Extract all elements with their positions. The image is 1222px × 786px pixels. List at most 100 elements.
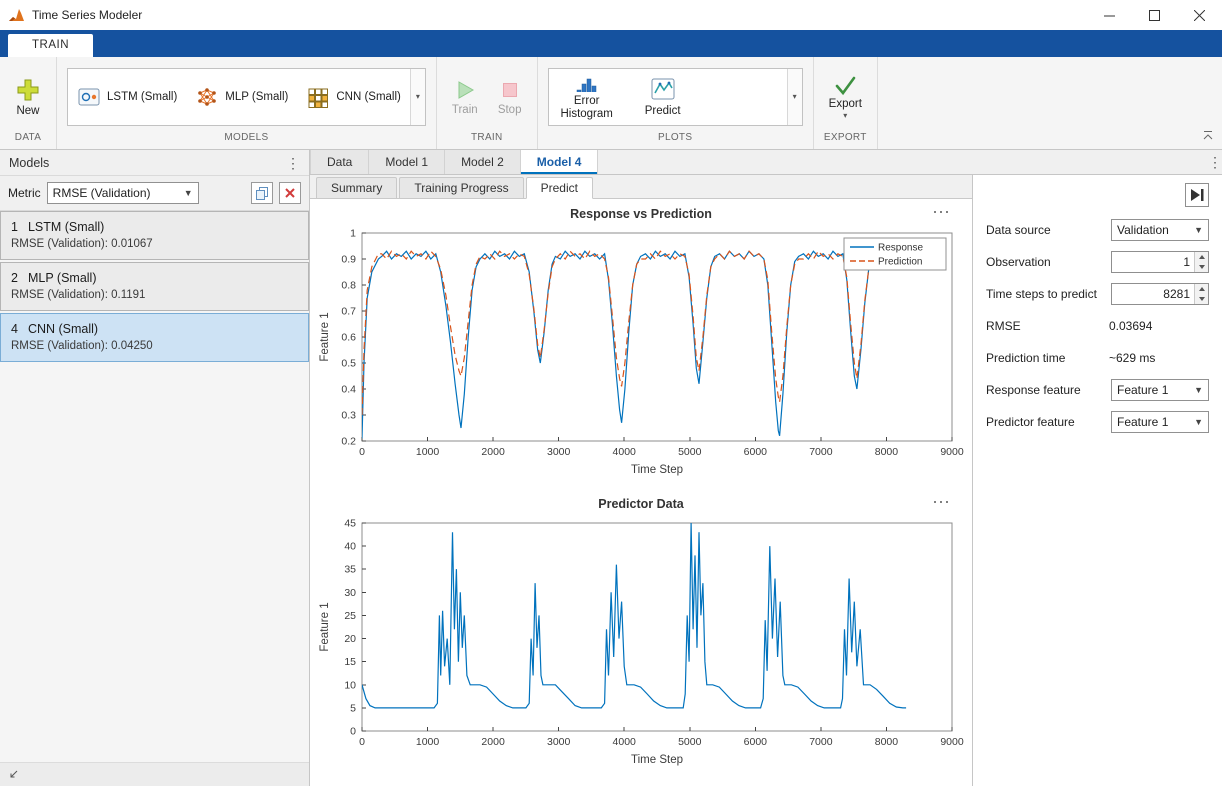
models-gallery-expand-button[interactable]: ▾ bbox=[410, 69, 425, 125]
collapse-ribbon-icon bbox=[1202, 130, 1214, 141]
model-index: 1 bbox=[11, 220, 18, 234]
svg-text:30: 30 bbox=[344, 587, 356, 599]
tab-summary[interactable]: Summary bbox=[316, 177, 397, 199]
rmse-row: RMSE 0.03694 bbox=[986, 315, 1209, 337]
response-chart-canvas: 01000200030004000500060007000800090000.2… bbox=[316, 225, 966, 481]
response-vs-prediction-chart: Response vs Prediction ⋯ 010002000300040… bbox=[316, 203, 966, 481]
models-panel-title: Models bbox=[9, 156, 49, 170]
chevron-down-icon: ▾ bbox=[416, 93, 420, 101]
svg-text:1: 1 bbox=[350, 228, 356, 240]
gallery-item-predict[interactable]: Predict bbox=[625, 69, 701, 125]
spinner-up-icon[interactable] bbox=[1195, 252, 1208, 262]
model-card-lstm[interactable]: 1 LSTM (Small) RMSE (Validation): 0.0106… bbox=[0, 211, 309, 260]
export-button-label: Export bbox=[829, 98, 862, 110]
model-index: 4 bbox=[11, 322, 18, 336]
chart-title: Response vs Prediction bbox=[570, 207, 712, 221]
ribbon-section-data: New DATA bbox=[0, 57, 57, 149]
svg-text:40: 40 bbox=[344, 541, 356, 553]
svg-text:8000: 8000 bbox=[875, 736, 899, 748]
maximize-button[interactable] bbox=[1132, 0, 1177, 30]
gallery-item-mlp[interactable]: MLP (Small) bbox=[186, 69, 297, 125]
predictor-chart-canvas: 0100020003000400050006000700080009000051… bbox=[316, 515, 966, 771]
model-card-cnn[interactable]: 4 CNN (Small) RMSE (Validation): 0.04250 bbox=[0, 313, 309, 362]
svg-text:1000: 1000 bbox=[416, 736, 440, 748]
models-panel: Models ⋮ Metric RMSE (Validation) ▼ bbox=[0, 150, 310, 786]
tab-model-4[interactable]: Model 4 bbox=[521, 150, 599, 174]
tab-data[interactable]: Data bbox=[310, 150, 369, 174]
models-panel-footer bbox=[0, 762, 309, 786]
spinner-down-icon[interactable] bbox=[1195, 262, 1208, 272]
cnn-icon bbox=[306, 85, 330, 109]
new-button[interactable]: New bbox=[10, 75, 46, 119]
svg-text:Time Step: Time Step bbox=[631, 464, 683, 476]
chart-title: Predictor Data bbox=[598, 497, 683, 511]
svg-text:2000: 2000 bbox=[481, 736, 505, 748]
minimize-icon bbox=[1104, 10, 1115, 21]
minimize-button[interactable] bbox=[1087, 0, 1132, 30]
model-metric: RMSE (Validation): 0.01067 bbox=[11, 238, 298, 250]
model-name: MLP (Small) bbox=[28, 271, 97, 285]
metric-dropdown[interactable]: RMSE (Validation) ▼ bbox=[47, 182, 199, 204]
gallery-item-cnn[interactable]: CNN (Small) bbox=[297, 69, 410, 125]
matlab-logo-icon bbox=[8, 7, 25, 23]
time-steps-input[interactable] bbox=[1112, 284, 1194, 304]
document-tab-bar: Data Model 1 Model 2 Model 4 ⋮ bbox=[310, 150, 1222, 175]
models-panel-menu-button[interactable]: ⋮ bbox=[286, 156, 300, 170]
tab-model-2[interactable]: Model 2 bbox=[445, 150, 521, 174]
svg-text:5000: 5000 bbox=[678, 446, 702, 458]
gallery-item-label: MLP (Small) bbox=[225, 91, 288, 103]
data-source-dropdown[interactable]: Validation ▼ bbox=[1111, 219, 1209, 241]
train-button[interactable]: Train bbox=[447, 76, 483, 118]
gallery-item-lstm[interactable]: LSTM (Small) bbox=[68, 69, 186, 125]
gallery-item-error-histogram[interactable]: Error Histogram bbox=[549, 69, 625, 125]
predictor-feature-row: Predictor feature Feature 1 ▼ bbox=[986, 411, 1209, 433]
export-check-icon bbox=[833, 74, 857, 96]
svg-text:Prediction: Prediction bbox=[878, 257, 922, 268]
svg-text:4000: 4000 bbox=[613, 446, 637, 458]
export-button[interactable]: Export ▾ bbox=[824, 72, 867, 122]
predictor-feature-dropdown[interactable]: Feature 1 ▼ bbox=[1111, 411, 1209, 433]
spinner-down-icon[interactable] bbox=[1195, 294, 1208, 304]
spinner-up-icon[interactable] bbox=[1195, 284, 1208, 294]
svg-text:5000: 5000 bbox=[678, 736, 702, 748]
plots-gallery-expand-button[interactable]: ▾ bbox=[787, 69, 802, 125]
chart-options-button[interactable]: ⋯ bbox=[932, 201, 950, 223]
tab-predict[interactable]: Predict bbox=[526, 177, 593, 199]
response-feature-label: Response feature bbox=[986, 383, 1111, 397]
predictor-feature-value: Feature 1 bbox=[1117, 415, 1168, 429]
model-card-mlp[interactable]: 2 MLP (Small) RMSE (Validation): 0.1191 bbox=[0, 262, 309, 311]
document-tab-menu-button[interactable]: ⋮ bbox=[1196, 150, 1222, 174]
chevron-down-icon: ▼ bbox=[1194, 385, 1203, 395]
stop-button-label: Stop bbox=[498, 104, 522, 116]
svg-text:3000: 3000 bbox=[547, 446, 571, 458]
chevron-down-icon: ▼ bbox=[1194, 417, 1203, 427]
ribbon: New DATA LSTM (Small) bbox=[0, 57, 1222, 150]
stop-icon bbox=[498, 78, 522, 102]
collapse-ribbon-button[interactable] bbox=[1202, 130, 1214, 144]
svg-text:9000: 9000 bbox=[940, 446, 964, 458]
ribbon-section-plots: Error Histogram Predict ▾ PLOTS bbox=[538, 57, 814, 149]
stop-button[interactable]: Stop bbox=[493, 76, 527, 118]
svg-text:0: 0 bbox=[350, 726, 356, 738]
export-dropdown-caret-icon: ▾ bbox=[843, 112, 847, 120]
chevron-down-icon: ▼ bbox=[1194, 225, 1203, 235]
response-feature-dropdown[interactable]: Feature 1 ▼ bbox=[1111, 379, 1209, 401]
tab-model-1[interactable]: Model 1 bbox=[369, 150, 445, 174]
minimize-panel-icon[interactable] bbox=[7, 769, 19, 781]
duplicate-model-button[interactable] bbox=[251, 182, 273, 204]
model-metric: RMSE (Validation): 0.04250 bbox=[11, 340, 298, 352]
ribbon-tab-train[interactable]: TRAIN bbox=[8, 34, 93, 57]
section-label-data: DATA bbox=[10, 132, 46, 147]
chevron-down-icon: ▾ bbox=[793, 93, 797, 101]
svg-text:25: 25 bbox=[344, 610, 356, 622]
close-button[interactable] bbox=[1177, 0, 1222, 30]
delete-model-button[interactable] bbox=[279, 182, 301, 204]
chart-options-button[interactable]: ⋯ bbox=[932, 491, 950, 513]
observation-input[interactable] bbox=[1112, 252, 1194, 272]
data-source-value: Validation bbox=[1117, 223, 1169, 237]
run-prediction-button[interactable] bbox=[1185, 183, 1209, 207]
svg-text:9000: 9000 bbox=[940, 736, 964, 748]
svg-text:7000: 7000 bbox=[809, 736, 833, 748]
svg-text:0.5: 0.5 bbox=[341, 358, 356, 370]
tab-training-progress[interactable]: Training Progress bbox=[399, 177, 523, 199]
